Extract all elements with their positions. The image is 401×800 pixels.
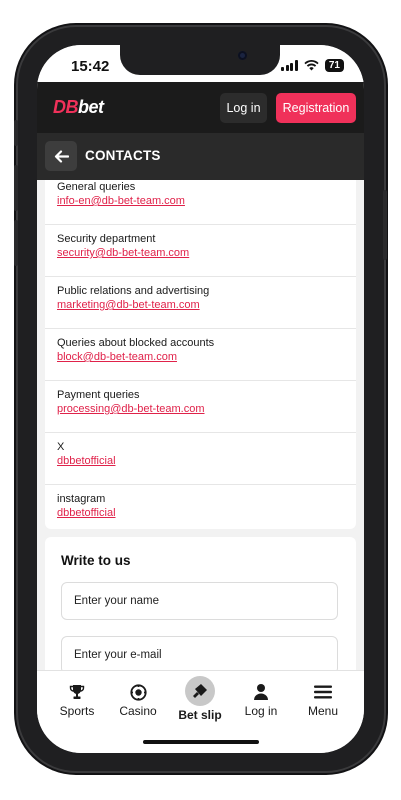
name-input[interactable] [61,582,338,620]
contact-row: Payment queries processing@db-bet-team.c… [45,380,356,433]
nav-label: Casino [119,704,157,718]
top-header: DBbet Log in Registration [37,82,364,133]
page-titlebar: CONTACTS [37,133,364,180]
bet-slip-badge [185,676,215,706]
contact-label: X [57,441,65,453]
back-button[interactable] [45,141,77,171]
contact-row: X dbbetofficial [45,432,356,485]
nav-menu[interactable]: Menu [293,681,353,718]
contact-social-link[interactable]: dbbetofficial [57,507,116,519]
dbbet-logo[interactable]: DBbet [53,97,104,118]
signal-icon [281,60,298,71]
nav-label: Menu [307,704,339,718]
notch [120,45,280,75]
nav-login[interactable]: Log in [231,681,291,718]
contact-label: Public relations and advertising [57,285,210,297]
nav-label: Sports [59,704,95,718]
contact-email-link[interactable]: info-en@db-bet-team.com [57,195,185,207]
ticket-icon [193,684,207,698]
contact-email-link[interactable]: marketing@db-bet-team.com [57,299,200,311]
email-input[interactable] [61,636,338,670]
page-title: CONTACTS [85,148,161,163]
contact-label: Payment queries [57,389,140,401]
wifi-icon [304,60,319,71]
nav-bet-slip[interactable]: Bet slip [170,676,230,722]
arrow-left-icon [54,149,69,163]
login-button[interactable]: Log in [220,93,267,123]
phone-side-button [14,165,18,211]
logo-bet: bet [78,97,104,117]
nav-casino[interactable]: Casino [108,681,168,718]
nav-label: Bet slip [178,708,222,722]
contact-email-link[interactable]: security@db-bet-team.com [57,247,189,259]
write-to-us-card: Write to us [45,537,356,670]
battery-indicator: 71 [324,59,344,72]
phone-side-button [383,190,387,260]
contact-email-link[interactable]: block@db-bet-team.com [57,351,177,363]
contact-social-link[interactable]: dbbetofficial [57,455,116,467]
contact-row: Security department security@db-bet-team… [45,224,356,277]
contact-label: instagram [57,493,106,505]
status-time: 15:42 [71,58,110,75]
contact-row: General queries info-en@db-bet-team.com [45,180,356,225]
write-to-us-title: Write to us [61,553,131,568]
contact-label: General queries [57,181,136,193]
contact-email-link[interactable]: processing@db-bet-team.com [57,403,205,415]
contact-label: Security department [57,233,156,245]
user-icon [254,684,268,700]
casino-chip-icon [129,683,147,701]
contact-label: Queries about blocked accounts [57,337,215,349]
phone-side-button [14,120,18,146]
nav-label: Log in [244,704,278,718]
registration-button[interactable]: Registration [276,93,356,123]
menu-icon [314,685,332,699]
page-content[interactable]: General queries info-en@db-bet-team.com … [37,180,364,670]
status-icons: 71 [281,59,344,72]
trophy-icon [69,685,85,699]
camera-icon [238,51,247,60]
nav-sports[interactable]: Sports [47,681,107,718]
contact-row: Queries about blocked accounts block@db-… [45,328,356,381]
phone-side-button [14,220,18,266]
contact-row: Public relations and advertising marketi… [45,276,356,329]
home-indicator[interactable] [143,740,259,744]
logo-db: DB [53,97,79,117]
contact-row: instagram dbbetofficial [45,484,356,536]
contacts-card: General queries info-en@db-bet-team.com … [45,180,356,529]
phone-screen: 15:42 71 DBbet Log in Registration CONTA… [37,45,364,753]
